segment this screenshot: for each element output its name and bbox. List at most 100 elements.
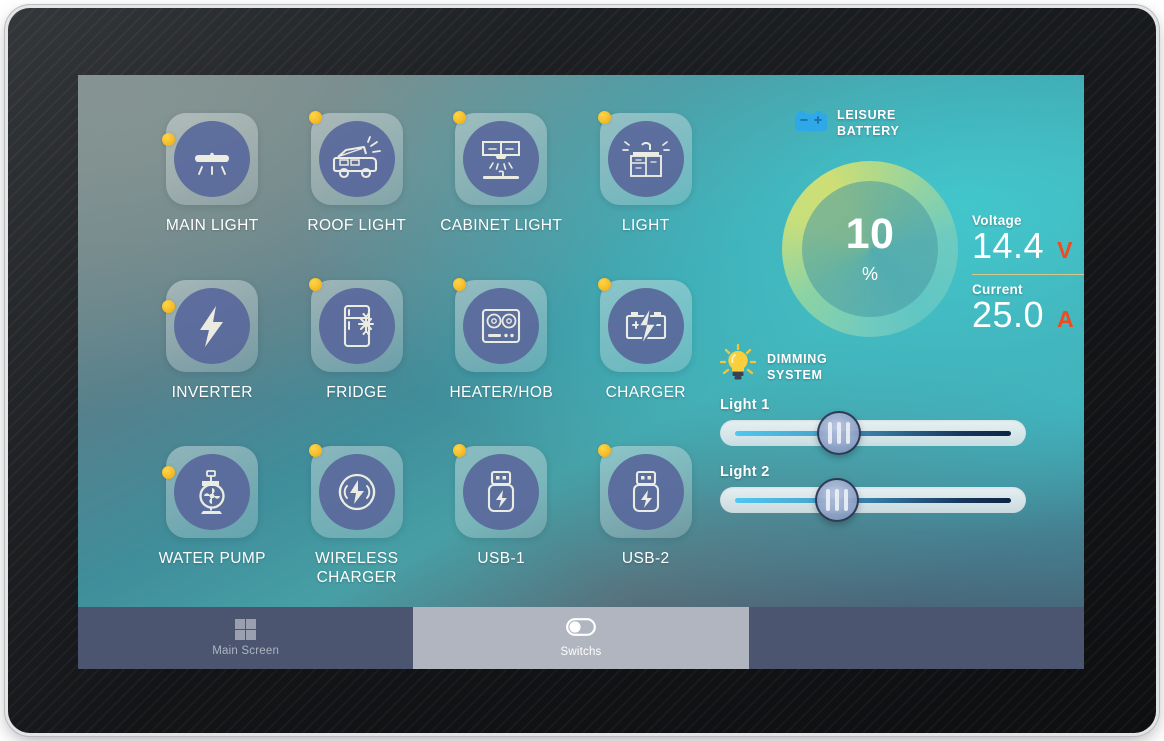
tile-label: LIGHT bbox=[621, 217, 670, 234]
tile-label: MAIN LIGHT bbox=[165, 217, 259, 234]
bottom-navigation: Main Screen Switchs bbox=[78, 607, 1084, 669]
tile-label: FRIDGE bbox=[326, 383, 388, 401]
slider-light-1: Light 1 bbox=[720, 397, 1040, 455]
leisure-battery-header: LEISURE BATTERY bbox=[794, 107, 900, 139]
status-dot-heater-hob bbox=[453, 277, 467, 291]
current-value: 25.0 bbox=[972, 294, 1045, 336]
status-dot-cabinet-light bbox=[453, 111, 467, 124]
wireless-charge-icon bbox=[318, 454, 395, 531]
grip-line bbox=[846, 422, 850, 444]
usb-icon bbox=[607, 454, 684, 531]
status-dot-inverter bbox=[162, 299, 176, 313]
slider-label: Light 1 bbox=[720, 397, 770, 413]
water-pump-icon bbox=[174, 454, 251, 531]
slider-knob-light-1[interactable] bbox=[817, 411, 861, 455]
nav-label: Main Screen bbox=[212, 645, 280, 657]
tile-box bbox=[597, 277, 692, 372]
lightning-bolt-icon bbox=[174, 287, 251, 364]
slider-light-2: Light 2 bbox=[720, 464, 1040, 522]
slider-track-light-2[interactable] bbox=[720, 478, 1026, 522]
current-unit: A bbox=[1057, 306, 1074, 333]
slider-track-light-1[interactable] bbox=[720, 411, 1026, 455]
tile-fridge[interactable]: FRIDGE bbox=[285, 277, 430, 447]
tile-box bbox=[162, 446, 259, 539]
tile-label: CHARGER bbox=[605, 383, 686, 401]
status-dot-roof-light bbox=[308, 111, 322, 124]
readout-divider bbox=[972, 274, 1084, 276]
tile-label: HEATER/HOB bbox=[449, 383, 554, 401]
slider-label: Light 2 bbox=[720, 464, 770, 480]
toggle-icon bbox=[566, 618, 596, 641]
status-dot-main-light bbox=[162, 133, 176, 146]
nav-item-switchs[interactable]: Switchs bbox=[413, 607, 749, 669]
sink-light-icon bbox=[607, 121, 684, 197]
voltage-unit: V bbox=[1057, 237, 1073, 263]
nav-empty-area bbox=[749, 607, 1084, 669]
tile-main-light[interactable]: MAIN LIGHT bbox=[140, 113, 285, 280]
switch-tile-grid: MAIN LIGHT ROOF LIGHT CABINET LIGHT LIGH… bbox=[140, 111, 719, 613]
tile-box bbox=[162, 113, 259, 205]
tile-box bbox=[308, 277, 403, 372]
tile-label: CABINET LIGHT bbox=[440, 217, 563, 234]
usb-icon bbox=[463, 454, 540, 531]
slider-knob-light-2[interactable] bbox=[815, 478, 859, 522]
tile-box bbox=[308, 444, 403, 539]
tile-box bbox=[597, 444, 692, 539]
voltage-readout: Voltage 14.4 V bbox=[972, 213, 1084, 266]
tile-inverter[interactable]: INVERTER bbox=[140, 279, 285, 447]
battery-charge-icon bbox=[607, 287, 684, 364]
grip-line bbox=[835, 489, 839, 511]
tile-usb-2[interactable]: USB-2 bbox=[574, 444, 719, 613]
status-dot-charger bbox=[597, 277, 611, 291]
hob-icon bbox=[463, 287, 540, 364]
grip-line bbox=[837, 422, 841, 444]
leisure-battery-label: LEISURE BATTERY bbox=[837, 108, 900, 138]
battery-charge-unit: % bbox=[861, 264, 878, 284]
tile-wireless-charger[interactable]: WIRELESS CHARGER bbox=[285, 444, 430, 613]
battery-icon bbox=[794, 109, 828, 138]
tile-box bbox=[453, 111, 548, 205]
dimming-system-label: DIMMING SYSTEM bbox=[767, 351, 828, 382]
nav-label: Switchs bbox=[560, 646, 602, 658]
control-panel-screen: MAIN LIGHT ROOF LIGHT CABINET LIGHT LIGH… bbox=[78, 75, 1084, 669]
tile-usb-1[interactable]: USB-1 bbox=[429, 444, 574, 613]
tile-label: USB-2 bbox=[621, 550, 670, 568]
dimmer-sliders: Light 1 Light 2 bbox=[720, 397, 1040, 531]
tile-box bbox=[308, 111, 403, 205]
grip-line bbox=[844, 489, 848, 511]
tile-box bbox=[453, 277, 548, 372]
gauge-inner: 10 % bbox=[802, 181, 938, 317]
tile-heater-hob[interactable]: HEATER/HOB bbox=[429, 277, 574, 447]
campervan-icon bbox=[318, 121, 395, 197]
status-dot-wireless-charger bbox=[308, 444, 322, 458]
tile-cabinet-light[interactable]: CABINET LIGHT bbox=[429, 111, 574, 280]
status-dot-usb-1 bbox=[453, 444, 467, 458]
tile-label: ROOF LIGHT bbox=[307, 217, 407, 234]
tile-label: WATER PUMP bbox=[158, 550, 266, 568]
current-readout: Current 25.0 A bbox=[972, 282, 1084, 335]
slider-fill bbox=[735, 431, 1011, 436]
ceiling-light-icon bbox=[174, 121, 251, 197]
grid-icon bbox=[235, 619, 257, 640]
tile-box bbox=[453, 444, 548, 539]
tile-box bbox=[597, 111, 692, 205]
tile-label: INVERTER bbox=[171, 383, 253, 401]
cabinet-light-icon bbox=[463, 121, 540, 197]
tile-box bbox=[162, 279, 259, 372]
status-panel: LEISURE BATTERY 10 % Voltage 14.4 V Curr… bbox=[714, 97, 1084, 617]
battery-gauge-area: 10 % Voltage 14.4 V Current 25.0 A bbox=[714, 157, 1084, 357]
nav-item-main-screen[interactable]: Main Screen bbox=[78, 607, 413, 669]
tile-label: USB-1 bbox=[477, 550, 526, 568]
light-bulb-icon bbox=[718, 343, 758, 390]
status-dot-light bbox=[597, 111, 611, 124]
tile-roof-light[interactable]: ROOF LIGHT bbox=[285, 111, 430, 280]
tile-label: WIRELESS CHARGER bbox=[315, 550, 399, 587]
dimming-system-header: DIMMING SYSTEM bbox=[718, 343, 827, 390]
tile-charger[interactable]: CHARGER bbox=[574, 277, 719, 447]
status-dot-water-pump bbox=[162, 466, 176, 480]
device-frame: MAIN LIGHT ROOF LIGHT CABINET LIGHT LIGH… bbox=[8, 8, 1156, 733]
tile-light[interactable]: LIGHT bbox=[574, 111, 719, 280]
grip-line bbox=[828, 422, 832, 444]
grip-line bbox=[826, 489, 830, 511]
tile-water-pump[interactable]: WATER PUMP bbox=[140, 446, 285, 613]
